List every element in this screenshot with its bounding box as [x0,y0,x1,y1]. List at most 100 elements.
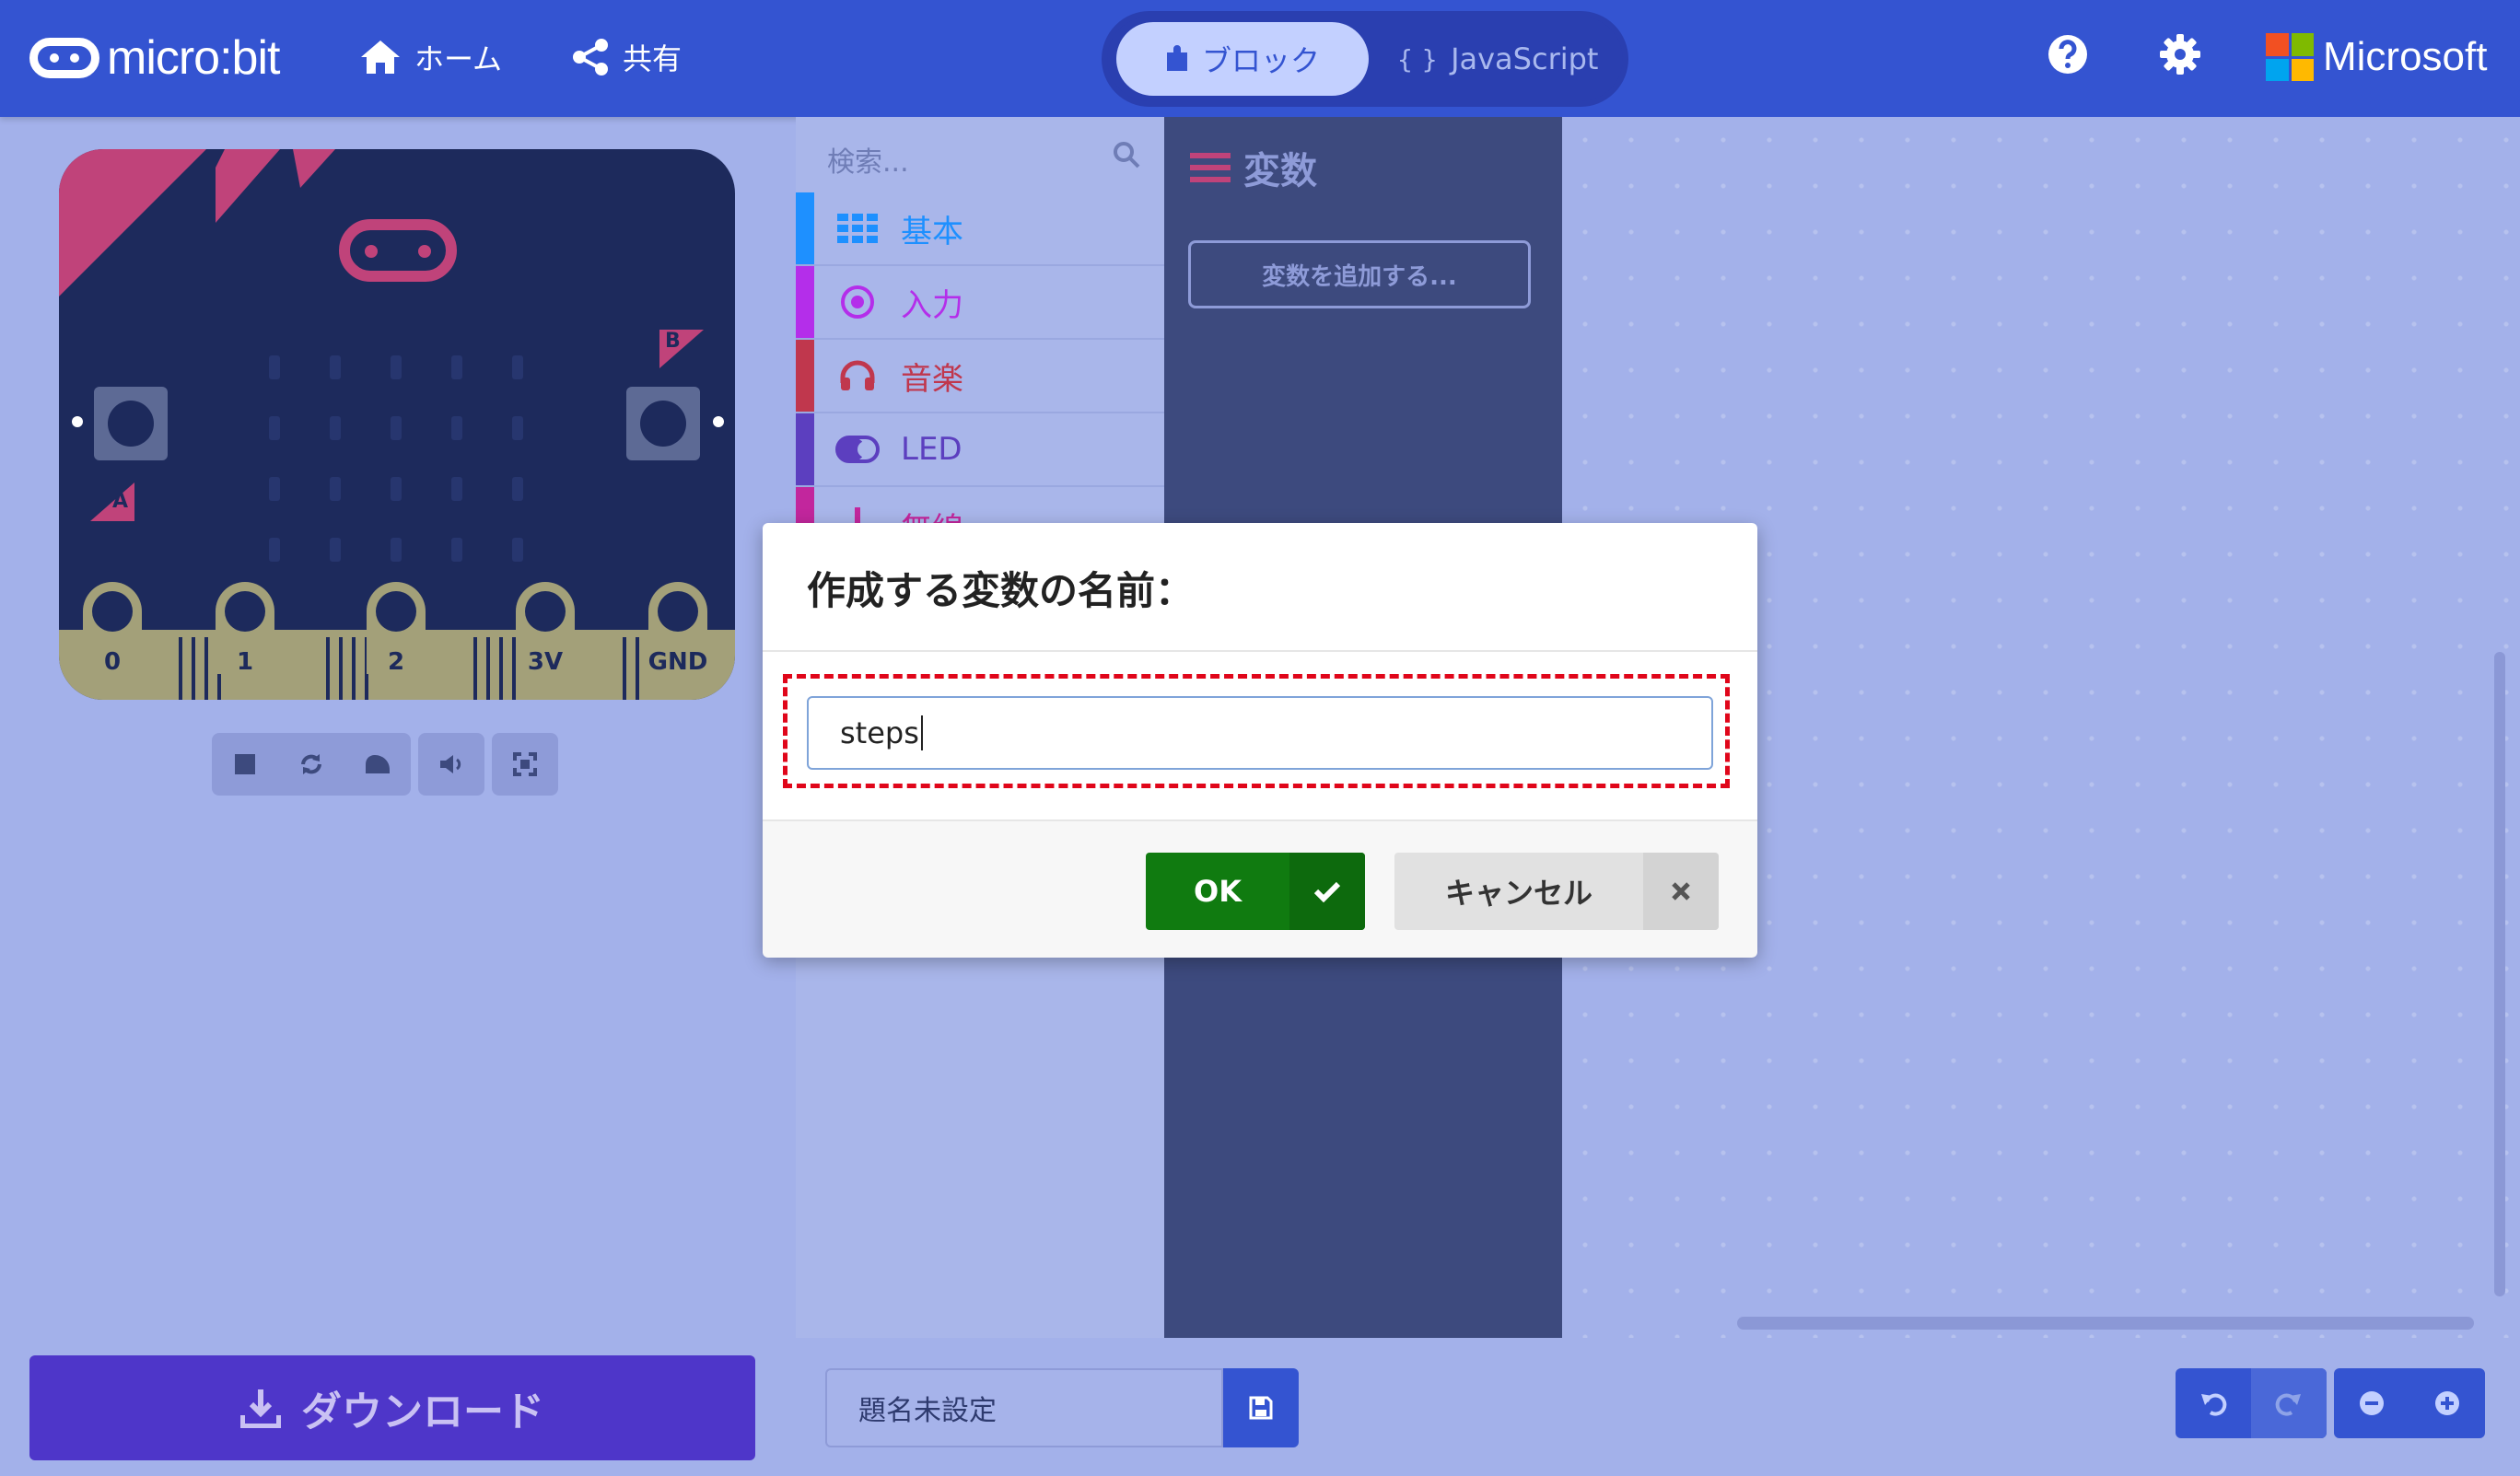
zoom-group [2334,1368,2485,1438]
category-label: 音楽 [901,360,963,398]
variable-name-input[interactable]: steps [807,696,1713,770]
restart-button[interactable] [278,733,344,796]
dialog-footer: OK キャンセル [763,819,1757,958]
toggle-icon [834,436,881,463]
home-icon [361,41,400,74]
home-label: ホーム [414,41,503,76]
snail-icon [366,755,390,773]
undo-redo-group [2176,1368,2327,1438]
corner-stripes-icon [59,149,335,296]
microbit-logo[interactable]: micro:bit [29,28,280,88]
fullscreen-icon [513,752,537,776]
tab-blocks-label: ブロック [1201,43,1320,78]
slowmo-button[interactable] [344,733,411,796]
zoom-in-button[interactable] [2409,1368,2485,1438]
add-variable-button[interactable]: 変数を追加する... [1188,240,1531,308]
download-label: ダウンロード [301,1389,544,1435]
settings-button[interactable] [2159,33,2201,79]
pin-label: GND [648,648,708,676]
simulator-controls [212,733,558,796]
mute-button[interactable] [418,733,484,796]
dot-icon [713,416,724,427]
pin-label: 2 [387,648,405,676]
microsoft-squares-icon [2266,33,2314,81]
logo-text: micro:bit [107,31,280,85]
pin-label: 1 [236,648,254,676]
create-variable-dialog: 作成する変数の名前： steps OK キャンセル [763,523,1757,958]
sim-group-fullscreen [492,733,558,796]
braces-icon: { } [1396,43,1439,75]
share-label: 共有 [623,41,682,76]
dot-icon [72,416,83,427]
list-icon [1190,153,1231,182]
share-button[interactable]: 共有 [571,29,682,85]
redo-icon [2275,1393,2301,1416]
search-placeholder: 検索... [827,146,909,179]
pin-label: 3V [527,648,564,676]
tab-javascript-label: JavaScript [1451,41,1599,76]
zoom-out-button[interactable] [2334,1368,2409,1438]
redo-button[interactable] [2251,1368,2327,1438]
editor-toggle: ブロック { } JavaScript [1102,11,1628,107]
sim-group-mute [418,733,484,796]
help-icon [2048,35,2087,74]
zoom-in-icon [2435,1391,2459,1415]
button-b[interactable] [626,387,700,460]
search-icon [1114,142,1140,169]
fullscreen-button[interactable] [492,733,558,796]
close-icon [1643,853,1719,930]
microbit-face-icon [339,219,457,282]
grid-icon [834,214,881,243]
category-basic[interactable]: 基本 [796,192,1164,266]
pin-label: 0 [103,648,122,676]
project-name-input[interactable]: 題名未設定 [825,1368,1223,1447]
category-label: 基本 [901,213,963,250]
undo-icon [2201,1393,2227,1416]
undo-button[interactable] [2176,1368,2251,1438]
brand-label: Microsoft [2323,34,2488,79]
category-music[interactable]: 音楽 [796,340,1164,413]
tab-javascript[interactable]: { } JavaScript [1374,22,1621,96]
microsoft-logo[interactable]: Microsoft [2266,33,2487,81]
microbit-simulator[interactable]: A B 0 1 2 3V GND [59,149,735,700]
help-button[interactable] [2047,33,2089,79]
text-caret [920,715,923,750]
stop-button[interactable] [212,733,278,796]
search-input[interactable]: 検索... [796,117,1164,191]
button-a[interactable] [94,387,168,460]
share-icon [573,39,608,76]
tab-blocks[interactable]: ブロック [1116,22,1369,96]
ok-label: OK [1194,874,1242,909]
download-icon [240,1389,281,1428]
dialog-header: 作成する変数の名前： [763,523,1757,652]
sim-group-main [212,733,411,796]
button-a-label: A [112,490,129,513]
microbit-logo-icon [29,38,99,78]
zoom-out-icon [2360,1391,2384,1415]
ok-button[interactable]: OK [1146,853,1365,930]
button-b-label: B [665,330,681,353]
save-button[interactable] [1223,1368,1299,1447]
workspace-horizontal-scrollbar[interactable] [1737,1317,2474,1330]
gear-icon [2160,34,2200,75]
restart-icon [301,754,321,774]
category-label: LED [901,431,962,468]
category-label: 入力 [901,286,963,324]
download-button[interactable]: ダウンロード [29,1355,755,1460]
top-header: micro:bit ホーム 共有 ブロック { } JavaScript Mic… [0,0,2520,117]
flyout-title-label: 変数 [1243,150,1317,192]
flyout-title: 変数 [1190,141,1317,194]
cancel-button[interactable]: キャンセル [1394,853,1719,930]
puzzle-icon [1166,45,1187,71]
speaker-icon [440,755,461,773]
dialog-title: 作成する変数の名前： [807,568,1195,613]
category-led[interactable]: LED [796,413,1164,487]
stop-icon [235,754,255,774]
workspace-vertical-scrollbar[interactable] [2494,652,2505,1296]
variable-name-value: steps [840,715,919,750]
home-button[interactable]: ホーム [359,29,502,85]
category-input[interactable]: 入力 [796,266,1164,340]
headphones-icon [834,359,881,392]
save-icon [1249,1396,1273,1420]
cancel-label: キャンセル [1444,876,1592,911]
